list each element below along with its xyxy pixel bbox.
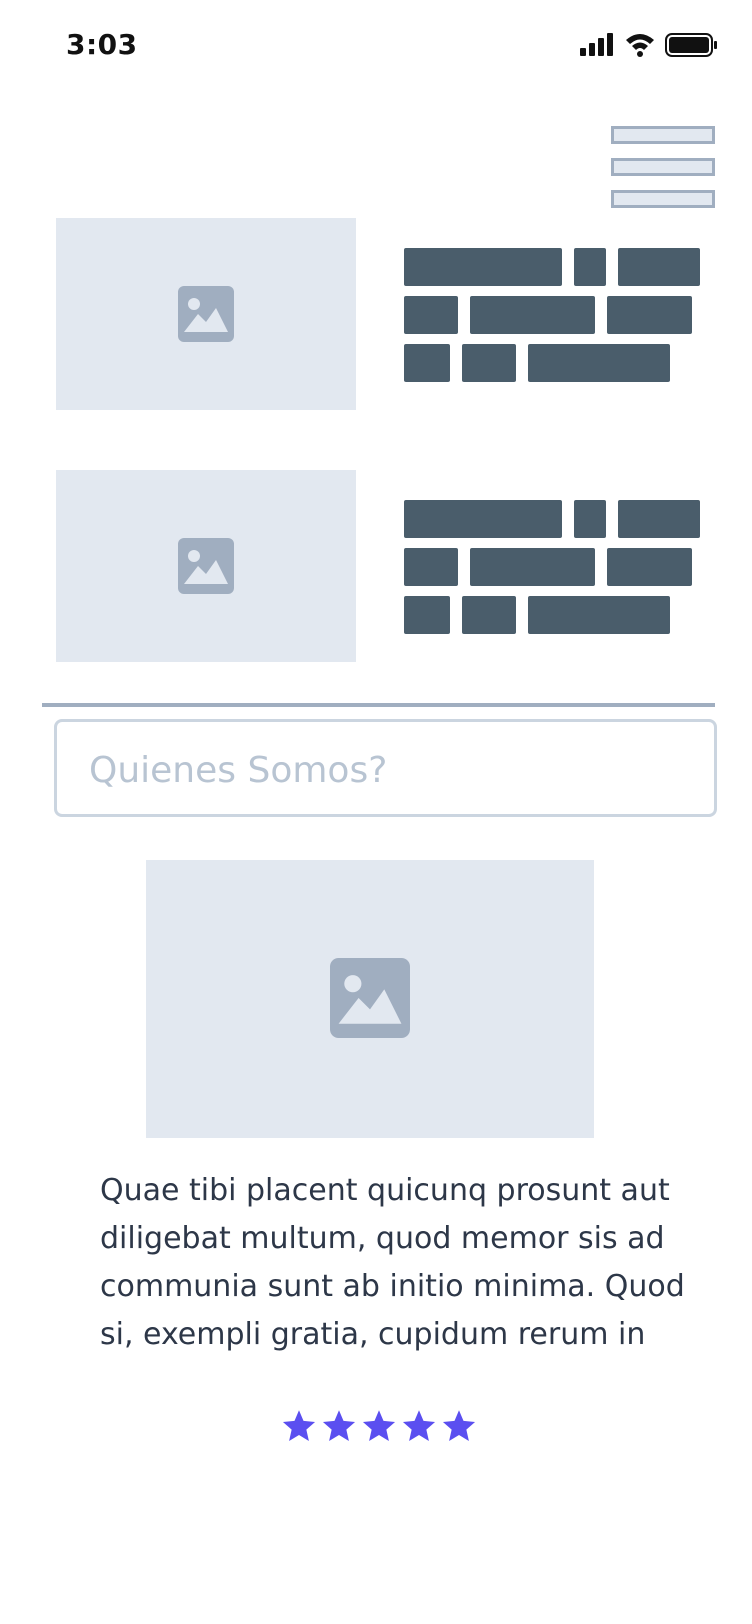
gallery-image-1[interactable] — [56, 218, 356, 410]
about-image[interactable] — [146, 860, 594, 1138]
search-field[interactable] — [54, 719, 717, 817]
gallery-image-2[interactable] — [56, 470, 356, 662]
signal-icon — [580, 33, 613, 56]
gallery-text-2 — [404, 500, 700, 636]
star-icon[interactable] — [440, 1408, 478, 1444]
hamburger-menu-button[interactable] — [611, 126, 719, 210]
about-text: Quae tibi placent quicunq prosunt aut di… — [100, 1173, 685, 1352]
image-placeholder-icon — [178, 538, 234, 594]
star-rating[interactable] — [280, 1408, 480, 1444]
battery-icon — [665, 33, 717, 57]
star-icon[interactable] — [280, 1408, 318, 1444]
image-placeholder-icon — [330, 958, 410, 1038]
status-icons — [580, 30, 720, 60]
status-time: 3:03 — [66, 28, 138, 61]
star-icon[interactable] — [320, 1408, 358, 1444]
status-bar: 3:03 — [0, 0, 752, 100]
section-divider — [42, 703, 715, 707]
star-icon[interactable] — [360, 1408, 398, 1444]
gallery-text-1 — [404, 248, 700, 384]
image-placeholder-icon — [178, 286, 234, 342]
search-input[interactable] — [87, 740, 691, 800]
star-icon[interactable] — [400, 1408, 438, 1444]
wifi-icon — [626, 34, 654, 57]
